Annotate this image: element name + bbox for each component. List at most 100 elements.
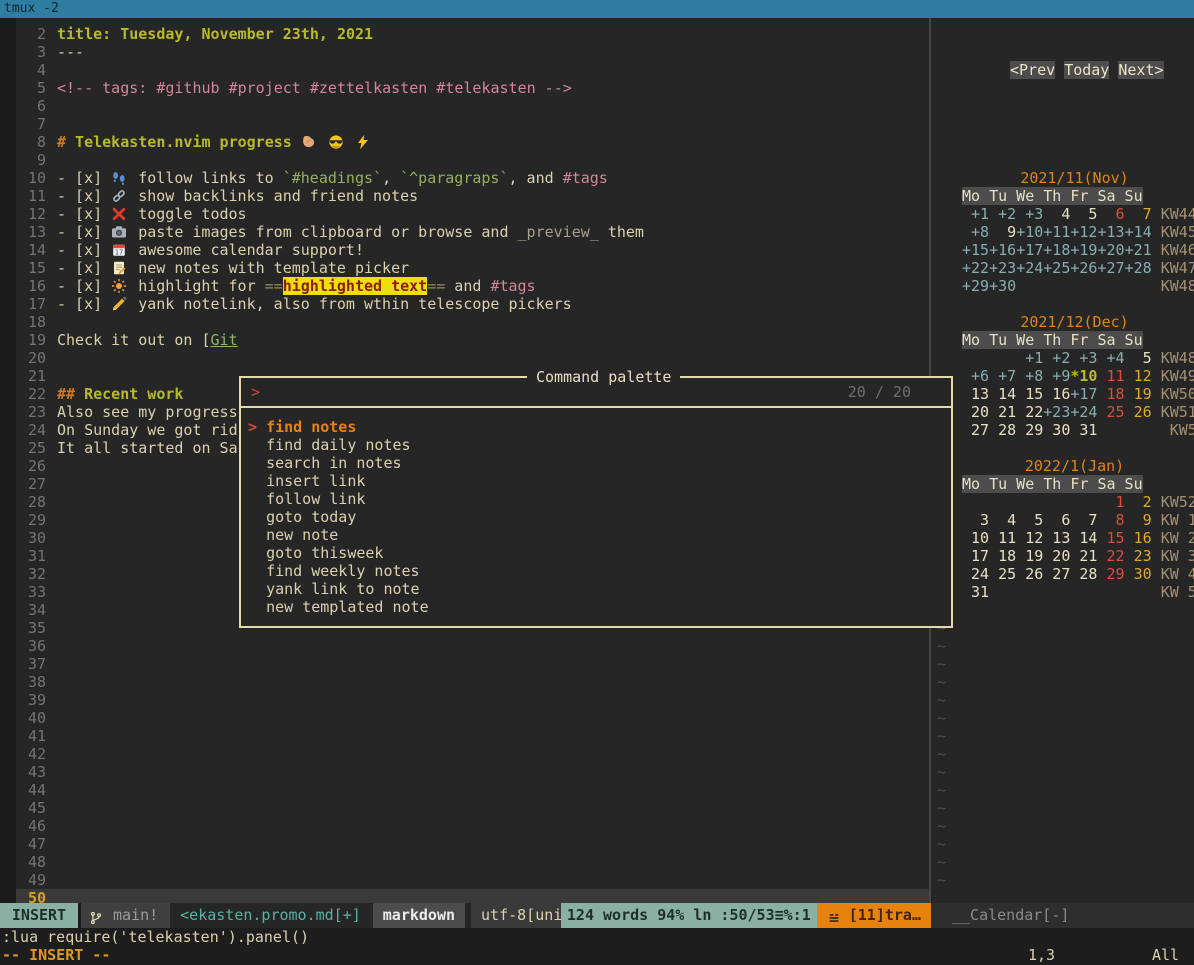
calendar-day[interactable]: 26 bbox=[1016, 565, 1043, 583]
editor-line[interactable]: 14- [x] 17 awesome calendar support! bbox=[0, 241, 929, 259]
palette-item-find-weekly-notes[interactable]: find weekly notes bbox=[248, 562, 951, 580]
editor-line[interactable]: 49 bbox=[0, 871, 929, 889]
calendar-day[interactable]: +10 bbox=[1016, 223, 1043, 241]
calendar-day[interactable]: 13 bbox=[1043, 529, 1070, 547]
calendar-day[interactable]: 18 bbox=[989, 547, 1016, 565]
calendar-day[interactable]: 3 bbox=[962, 511, 989, 529]
palette-item-find-notes[interactable]: > find notes bbox=[248, 418, 951, 436]
calendar-day[interactable]: +24 bbox=[1016, 259, 1043, 277]
calendar-day[interactable]: +15 bbox=[962, 241, 989, 259]
editor-line[interactable]: 5<!-- tags: #github #project #zettelkast… bbox=[0, 79, 929, 97]
calendar-day[interactable]: +8 bbox=[1016, 367, 1043, 385]
calendar-day[interactable]: 30 bbox=[1043, 421, 1070, 439]
calendar-day[interactable]: 22 bbox=[1016, 403, 1043, 421]
calendar-day[interactable]: 4 bbox=[1043, 205, 1070, 223]
calendar-day[interactable]: 16 bbox=[1125, 529, 1152, 547]
editor-line[interactable]: 15- [x] new notes with template picker bbox=[0, 259, 929, 277]
editor-line[interactable]: 47 bbox=[0, 835, 929, 853]
editor-line[interactable]: 19Check it out on [Git bbox=[0, 331, 929, 349]
calendar-day[interactable]: 7 bbox=[1125, 205, 1152, 223]
editor-line[interactable]: 44 bbox=[0, 781, 929, 799]
calendar-day[interactable]: +27 bbox=[1097, 259, 1124, 277]
editor-line[interactable]: 12- [x] toggle todos bbox=[0, 205, 929, 223]
editor-line[interactable]: 48 bbox=[0, 853, 929, 871]
calendar-day[interactable]: 30 bbox=[1125, 565, 1152, 583]
calendar-day[interactable]: +29 bbox=[962, 277, 989, 295]
calendar-day[interactable]: *10 bbox=[1070, 367, 1097, 385]
editor-line[interactable]: 10- [x] follow links to `#headings`, `^p… bbox=[0, 169, 929, 187]
calendar-today-button[interactable]: Today bbox=[1064, 61, 1109, 79]
editor-line[interactable]: 46 bbox=[0, 817, 929, 835]
calendar-day[interactable]: 14 bbox=[1070, 529, 1097, 547]
editor-line[interactable]: 11- [x] show backlinks and friend notes bbox=[0, 187, 929, 205]
command-line[interactable]: :lua require('telekasten').panel() bbox=[0, 928, 1194, 946]
calendar-day[interactable]: 6 bbox=[1097, 205, 1124, 223]
calendar-day[interactable]: +24 bbox=[1070, 403, 1097, 421]
calendar-day[interactable]: +25 bbox=[1043, 259, 1070, 277]
calendar-day[interactable]: +8 bbox=[962, 223, 989, 241]
calendar-day[interactable]: +26 bbox=[1070, 259, 1097, 277]
calendar-day[interactable]: 5 bbox=[1125, 349, 1152, 367]
calendar-day[interactable]: +20 bbox=[1097, 241, 1124, 259]
calendar-day[interactable]: 16 bbox=[1043, 385, 1070, 403]
calendar-day[interactable]: +1 bbox=[962, 205, 989, 223]
calendar-prev-button[interactable]: <Prev bbox=[1010, 61, 1055, 79]
calendar-day[interactable]: +28 bbox=[1125, 259, 1152, 277]
calendar-day[interactable]: +23 bbox=[1043, 403, 1070, 421]
calendar-day[interactable]: +17 bbox=[1070, 385, 1097, 403]
calendar-day[interactable]: 12 bbox=[1125, 367, 1152, 385]
editor-line[interactable]: 41 bbox=[0, 727, 929, 745]
palette-item-find-daily-notes[interactable]: find daily notes bbox=[248, 436, 951, 454]
calendar-day[interactable]: 11 bbox=[989, 529, 1016, 547]
calendar-day[interactable]: 15 bbox=[1097, 529, 1124, 547]
calendar-day[interactable]: +22 bbox=[962, 259, 989, 277]
calendar-day[interactable]: 9 bbox=[989, 223, 1016, 241]
editor-line[interactable]: 17- [x] yank notelink, also from wthin t… bbox=[0, 295, 929, 313]
editor-line[interactable]: 7 bbox=[0, 115, 929, 133]
calendar-day[interactable]: 1 bbox=[1097, 493, 1124, 511]
calendar-day[interactable]: 13 bbox=[962, 385, 989, 403]
editor-line[interactable]: 42 bbox=[0, 745, 929, 763]
palette-item-new-templated-note[interactable]: new templated note bbox=[248, 598, 951, 616]
calendar-day[interactable]: +2 bbox=[1043, 349, 1070, 367]
calendar-day[interactable]: +14 bbox=[1125, 223, 1152, 241]
calendar-day[interactable]: 25 bbox=[989, 565, 1016, 583]
calendar-next-button[interactable]: Next> bbox=[1118, 61, 1163, 79]
calendar-day[interactable]: 5 bbox=[1016, 511, 1043, 529]
editor-line[interactable]: 2title: Tuesday, November 23th, 2021 bbox=[0, 25, 929, 43]
calendar-day[interactable]: +23 bbox=[989, 259, 1016, 277]
editor-line[interactable]: 8# Telekasten.nvim progress bbox=[0, 133, 929, 151]
calendar-day[interactable]: +3 bbox=[1016, 205, 1043, 223]
editor-line[interactable]: 38 bbox=[0, 673, 929, 691]
calendar-day[interactable]: 21 bbox=[1070, 547, 1097, 565]
calendar-day[interactable]: +2 bbox=[989, 205, 1016, 223]
calendar-day[interactable]: +18 bbox=[1043, 241, 1070, 259]
calendar-day[interactable]: 25 bbox=[1097, 403, 1124, 421]
calendar-day[interactable]: +17 bbox=[1016, 241, 1043, 259]
calendar-day[interactable]: 14 bbox=[989, 385, 1016, 403]
editor-line[interactable]: 36 bbox=[0, 637, 929, 655]
calendar-day[interactable]: +30 bbox=[989, 277, 1016, 295]
calendar-day[interactable]: 12 bbox=[1016, 529, 1043, 547]
editor-line[interactable]: 40 bbox=[0, 709, 929, 727]
editor-line[interactable]: 4 bbox=[0, 61, 929, 79]
palette-item-new-note[interactable]: new note bbox=[248, 526, 951, 544]
editor-line[interactable]: 37 bbox=[0, 655, 929, 673]
calendar-day[interactable]: +19 bbox=[1070, 241, 1097, 259]
calendar-day[interactable]: 2 bbox=[1125, 493, 1152, 511]
calendar-day[interactable]: 9 bbox=[1125, 511, 1152, 529]
editor-line[interactable]: 45 bbox=[0, 799, 929, 817]
calendar-day[interactable]: 24 bbox=[962, 565, 989, 583]
calendar-day[interactable]: +1 bbox=[1016, 349, 1043, 367]
calendar-day[interactable]: 5 bbox=[1070, 205, 1097, 223]
calendar-day[interactable]: 11 bbox=[1097, 367, 1124, 385]
calendar-day[interactable]: 17 bbox=[962, 547, 989, 565]
buffer-tab-segment[interactable]: [11]tra… bbox=[817, 903, 931, 928]
calendar-day[interactable]: +16 bbox=[989, 241, 1016, 259]
calendar-day[interactable]: 20 bbox=[1043, 547, 1070, 565]
editor-line[interactable]: 6 bbox=[0, 97, 929, 115]
calendar-day[interactable]: +6 bbox=[962, 367, 989, 385]
editor-line[interactable]: 16- [x] highlight for ==highlighted text… bbox=[0, 277, 929, 295]
calendar-day[interactable]: 8 bbox=[1097, 511, 1124, 529]
calendar-day[interactable]: +3 bbox=[1070, 349, 1097, 367]
